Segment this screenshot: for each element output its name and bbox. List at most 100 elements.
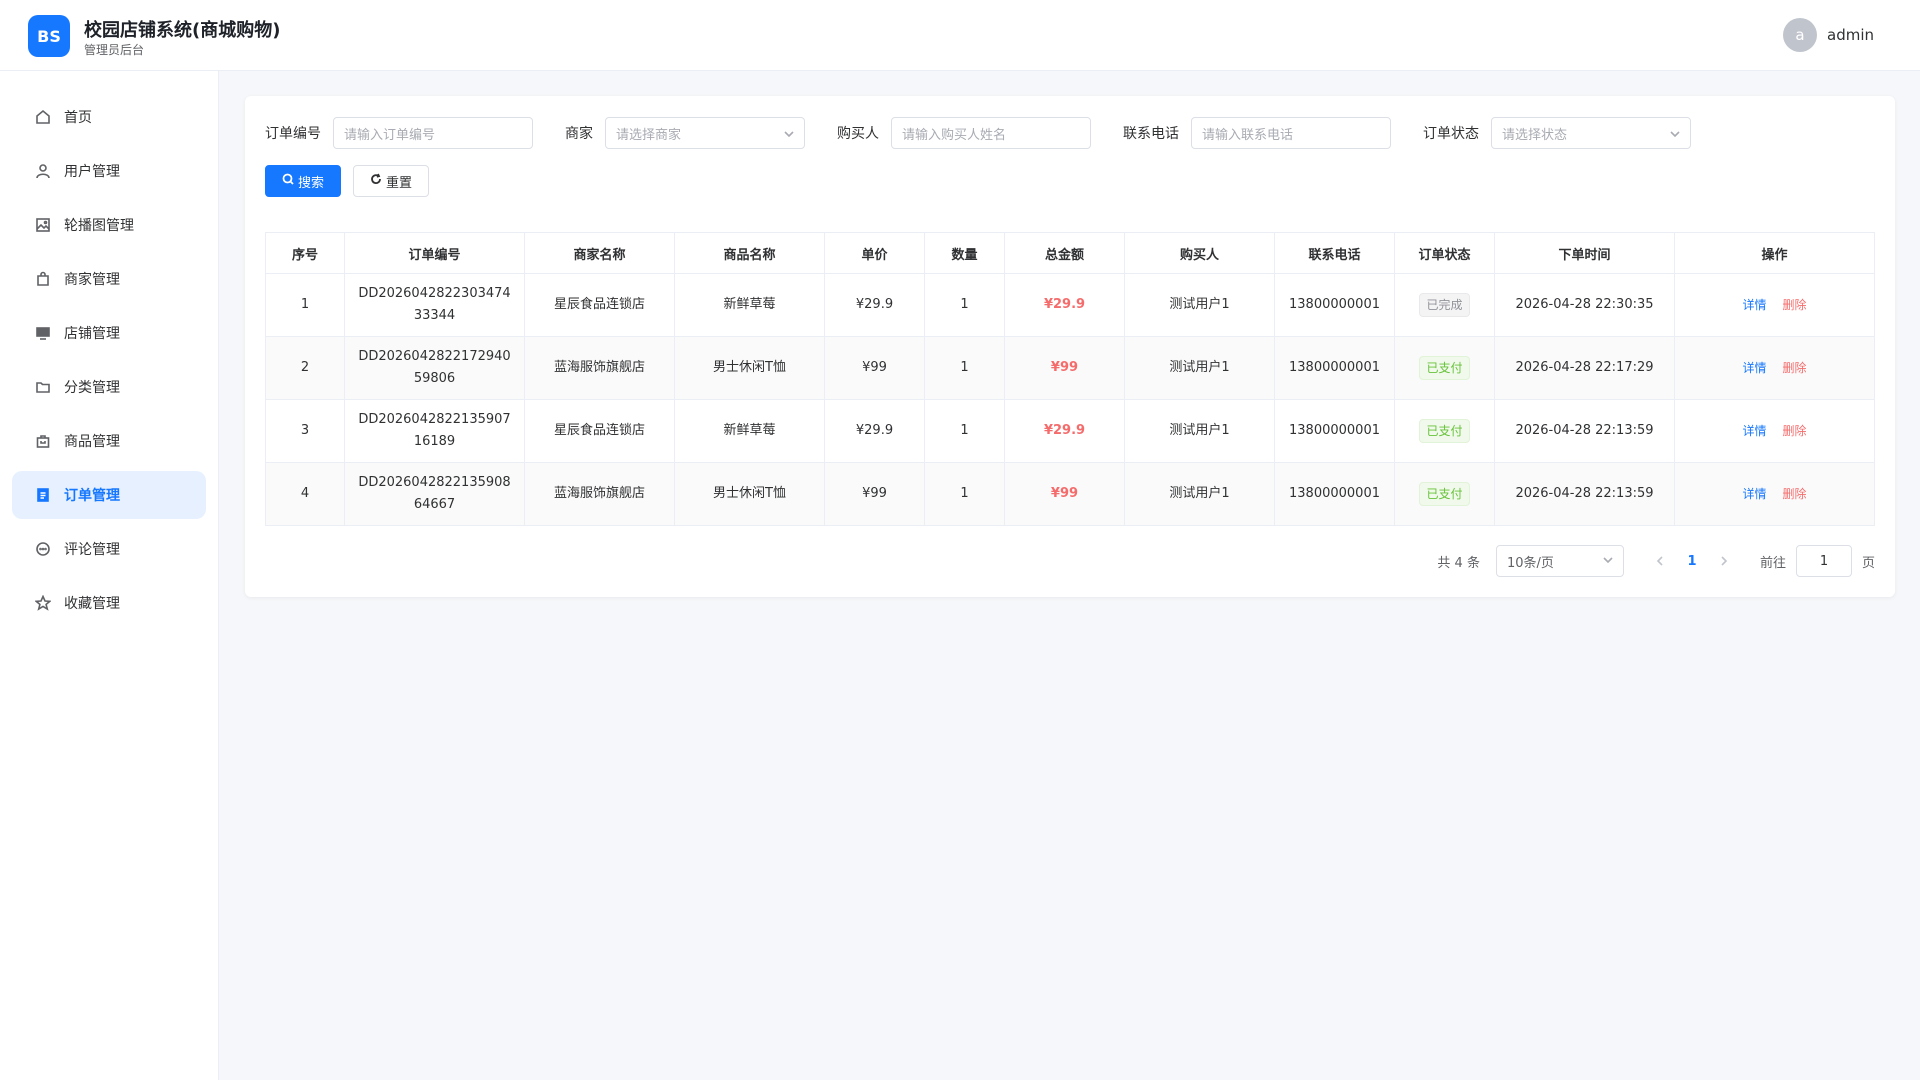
sidebar-item-shops[interactable]: 店铺管理 — [12, 309, 206, 357]
cell-qty: 1 — [925, 400, 1005, 462]
page-size-select[interactable]: 10条/页 — [1495, 545, 1624, 577]
page-number-current[interactable]: 1 — [1672, 554, 1712, 569]
search-button-label: 搜索 — [298, 175, 325, 191]
order-no-line: DD2026042822172940 — [358, 349, 511, 364]
cell-merchant: 星辰食品连锁店 — [525, 274, 675, 336]
sidebar-item-home[interactable]: 首页 — [12, 93, 206, 141]
reset-button-label: 重置 — [386, 175, 413, 191]
order-no-label: 订单编号 — [265, 126, 321, 142]
search-button[interactable]: 搜索 — [265, 165, 342, 197]
cell-status: 已完成 — [1395, 274, 1495, 336]
detail-link[interactable]: 详情 — [1742, 483, 1766, 505]
cell-actions: 详情 删除 — [1675, 274, 1875, 336]
goto-page-input[interactable]: 1 — [1795, 545, 1852, 577]
cell-order-no: DD2026042822172940 59806 — [345, 337, 525, 399]
cell-phone: 13800000001 — [1275, 463, 1395, 525]
sidebar-item-label: 分类管理 — [64, 380, 120, 396]
page-suffix: 页 — [1861, 555, 1875, 571]
delete-link[interactable]: 删除 — [1783, 483, 1807, 505]
app-logo: BS — [28, 15, 70, 57]
top-header: BS 校园店铺系统(商城购物) 管理员后台 a admin — [0, 0, 1920, 71]
column-header: 订单状态 — [1395, 233, 1495, 273]
status-badge: 已支付 — [1419, 482, 1470, 506]
cell-actions: 详情 删除 — [1675, 463, 1875, 525]
buyer-label: 购买人 — [837, 126, 879, 142]
sidebar-item-merchants[interactable]: 商家管理 — [12, 255, 206, 303]
avatar[interactable]: a — [1783, 18, 1817, 52]
star-icon — [34, 594, 52, 612]
goods-icon — [34, 432, 52, 450]
merchant-placeholder: 请选择商家 — [616, 127, 682, 143]
cell-price: ¥99 — [825, 463, 925, 525]
user-menu[interactable]: a admin — [1783, 18, 1874, 52]
cell-index: 2 — [265, 337, 345, 399]
table-row[interactable]: 4 DD2026042822135908 64667 蓝海服饰旗舰店 男士休闲T恤… — [265, 463, 1875, 526]
sidebar-item-favorites[interactable]: 收藏管理 — [12, 579, 206, 627]
table-row[interactable]: 1 DD2026042822303474 33344 星辰食品连锁店 新鲜草莓 ¥… — [265, 274, 1875, 337]
filter-bar: 订单编号 请输入订单编号 商家 请选择商家 购买人 请输入购买人姓名 联系电话 … — [265, 117, 1691, 149]
pagination: 共 4 条 10条/页 1 前往 1 页 — [1437, 545, 1875, 577]
column-header: 操作 — [1675, 233, 1875, 273]
filter-actions: 搜索 重置 — [265, 165, 430, 197]
cell-buyer: 测试用户1 — [1125, 400, 1275, 462]
cell-total: ¥99 — [1005, 463, 1125, 525]
cell-time: 2026-04-28 22:30:35 — [1495, 274, 1675, 336]
status-badge: 已支付 — [1419, 356, 1470, 380]
phone-input[interactable]: 请输入联系电话 — [1191, 117, 1391, 149]
table-row[interactable]: 3 DD2026042822135907 16189 星辰食品连锁店 新鲜草莓 ¥… — [265, 400, 1875, 463]
cell-time: 2026-04-28 22:17:29 — [1495, 337, 1675, 399]
column-header: 总金额 — [1005, 233, 1125, 273]
orders-table: 序号 订单编号 商家名称 商品名称 单价 数量 总金额 购买人 联系电话 订单状… — [265, 232, 1875, 526]
merchant-select[interactable]: 请选择商家 — [605, 117, 805, 149]
cell-index: 1 — [265, 274, 345, 336]
order-no-line: 16189 — [413, 434, 456, 449]
bag-icon — [34, 270, 52, 288]
sidebar-item-orders[interactable]: 订单管理 — [12, 471, 206, 519]
status-badge: 已完成 — [1419, 293, 1470, 317]
username[interactable]: admin — [1827, 26, 1874, 44]
cell-goods: 新鲜草莓 — [675, 400, 825, 462]
column-header: 序号 — [265, 233, 345, 273]
sidebar-item-label: 商家管理 — [64, 272, 120, 288]
sidebar-item-comments[interactable]: 评论管理 — [12, 525, 206, 573]
delete-link[interactable]: 删除 — [1783, 357, 1807, 379]
detail-link[interactable]: 详情 — [1742, 420, 1766, 442]
order-no-line: DD2026042822303474 — [358, 286, 511, 301]
sidebar-item-goods[interactable]: 商品管理 — [12, 417, 206, 465]
next-page-button[interactable] — [1712, 556, 1736, 566]
chevron-down-icon — [1670, 128, 1680, 138]
delete-link[interactable]: 删除 — [1783, 420, 1807, 442]
order-no-input[interactable]: 请输入订单编号 — [333, 117, 533, 149]
detail-link[interactable]: 详情 — [1742, 294, 1766, 316]
sidebar-item-users[interactable]: 用户管理 — [12, 147, 206, 195]
column-header: 订单编号 — [345, 233, 525, 273]
status-label: 订单状态 — [1423, 126, 1479, 142]
goto-label: 前往 — [1759, 555, 1786, 571]
cell-phone: 13800000001 — [1275, 337, 1395, 399]
delete-link[interactable]: 删除 — [1783, 294, 1807, 316]
column-header: 下单时间 — [1495, 233, 1675, 273]
folder-icon — [34, 378, 52, 396]
sidebar-item-banners[interactable]: 轮播图管理 — [12, 201, 206, 249]
cell-merchant: 蓝海服饰旗舰店 — [525, 463, 675, 525]
cell-goods: 男士休闲T恤 — [675, 463, 825, 525]
table-row[interactable]: 2 DD2026042822172940 59806 蓝海服饰旗舰店 男士休闲T恤… — [265, 337, 1875, 400]
sidebar-item-categories[interactable]: 分类管理 — [12, 363, 206, 411]
sidebar-item-label: 收藏管理 — [64, 596, 120, 612]
cell-goods: 新鲜草莓 — [675, 274, 825, 336]
cell-qty: 1 — [925, 337, 1005, 399]
cell-buyer: 测试用户1 — [1125, 337, 1275, 399]
sidebar-item-label: 轮播图管理 — [64, 218, 134, 234]
status-select[interactable]: 请选择状态 — [1491, 117, 1691, 149]
cell-actions: 详情 删除 — [1675, 400, 1875, 462]
order-no-line: 59806 — [413, 371, 456, 386]
buyer-input[interactable]: 请输入购买人姓名 — [891, 117, 1091, 149]
cell-order-no: DD2026042822135908 64667 — [345, 463, 525, 525]
cell-total: ¥29.9 — [1005, 400, 1125, 462]
cell-actions: 详情 删除 — [1675, 337, 1875, 399]
sidebar-item-label: 首页 — [64, 110, 92, 126]
cell-goods: 男士休闲T恤 — [675, 337, 825, 399]
reset-button[interactable]: 重置 — [353, 165, 430, 197]
prev-page-button[interactable] — [1648, 556, 1672, 566]
detail-link[interactable]: 详情 — [1742, 357, 1766, 379]
